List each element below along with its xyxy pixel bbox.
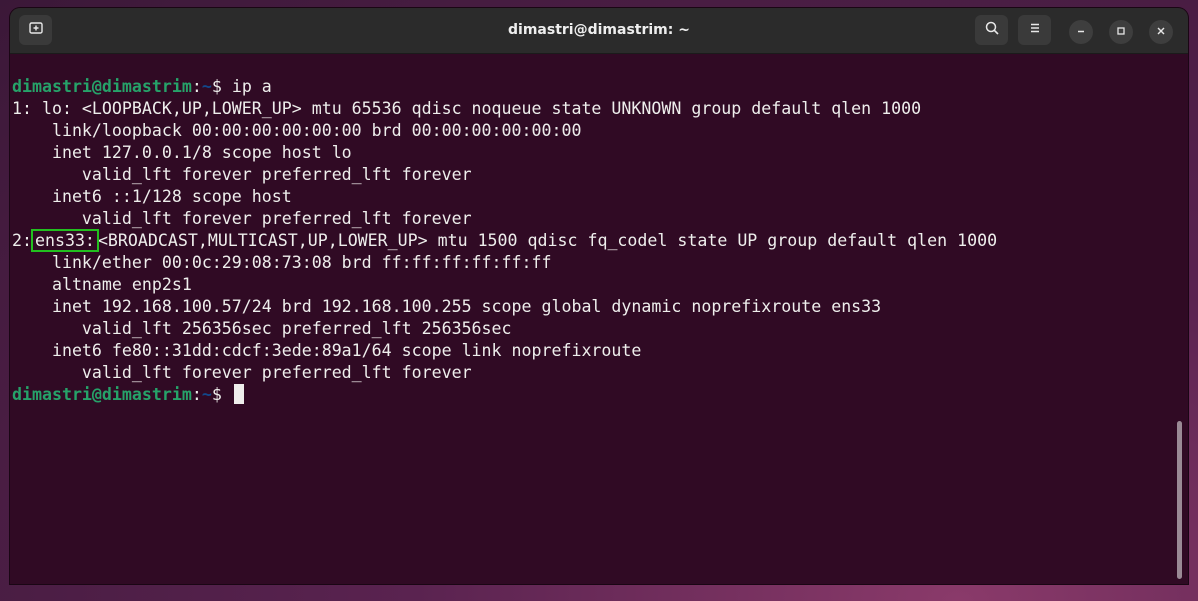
prompt-user: dimastri@dimastrim [12,77,192,96]
output-line: valid_lft forever preferred_lft forever [12,165,472,184]
output-line: inet 127.0.0.1/8 scope host lo [12,143,352,162]
output-line: valid_lft forever preferred_lft forever [12,209,472,228]
terminal-window: dimastri@dimastrim: ~ dimastri@dimastrim… [10,8,1188,584]
scrollbar[interactable] [1177,421,1182,579]
text-cursor [233,384,244,404]
interface-flags: <BROADCAST,MULTICAST,UP,LOWER_UP> mtu 15… [97,231,998,250]
output-line: inet6 ::1/128 scope host [12,187,292,206]
prompt-line[interactable]: dimastri@dimastrim:~$ [12,384,1188,406]
terminal-output[interactable]: dimastri@dimastrim:~$ ip a 1: lo: <LOOPB… [12,76,1188,584]
output-line: inet6 fe80::31dd:cdcf:3ede:89a1/64 scope… [12,341,642,360]
output-line: inet 192.168.100.57/24 brd 192.168.100.2… [12,297,882,316]
prompt-separator: : [191,77,202,96]
search-button[interactable] [975,15,1008,45]
hamburger-menu-icon [1028,21,1042,40]
maximize-icon [1116,23,1126,41]
minimize-icon [1076,23,1086,41]
prompt-user: dimastri@dimastrim [12,385,192,404]
interface-name-highlight: ens33: [30,229,99,252]
minimize-button[interactable] [1069,20,1093,44]
prompt-symbol: $ [211,385,222,404]
prompt-path: ~ [201,385,212,404]
output-line: valid_lft 256356sec preferred_lft 256356… [12,319,512,338]
prompt-separator: : [191,385,202,404]
new-tab-button[interactable] [19,15,52,45]
output-line-interface-2: 2: ens33: <BROADCAST,MULTICAST,UP,LOWER_UP… [12,229,1188,252]
output-line: altname enp2s1 [12,275,192,294]
prompt-path: ~ [201,77,212,96]
output-line: link/ether 00:0c:29:08:73:08 brd ff:ff:f… [12,253,552,272]
maximize-button[interactable] [1109,20,1133,44]
command-line: dimastri@dimastrim:~$ ip a [12,76,1188,98]
menu-button[interactable] [1018,15,1051,45]
output-line: link/loopback 00:00:00:00:00:00 brd 00:0… [12,121,582,140]
output-line: 1: lo: <LOOPBACK,UP,LOWER_UP> mtu 65536 … [12,99,922,118]
close-button[interactable] [1149,20,1173,44]
close-icon [1156,23,1166,41]
window-title: dimastri@dimastrim: ~ [508,22,690,38]
prompt-symbol: $ [211,77,222,96]
interface-index: 2: [12,231,32,250]
title-bar: dimastri@dimastrim: ~ [10,8,1188,54]
new-tab-icon [28,20,44,41]
output-line: valid_lft forever preferred_lft forever [12,363,472,382]
command-text: ip a [231,77,272,96]
search-icon [984,20,1000,41]
